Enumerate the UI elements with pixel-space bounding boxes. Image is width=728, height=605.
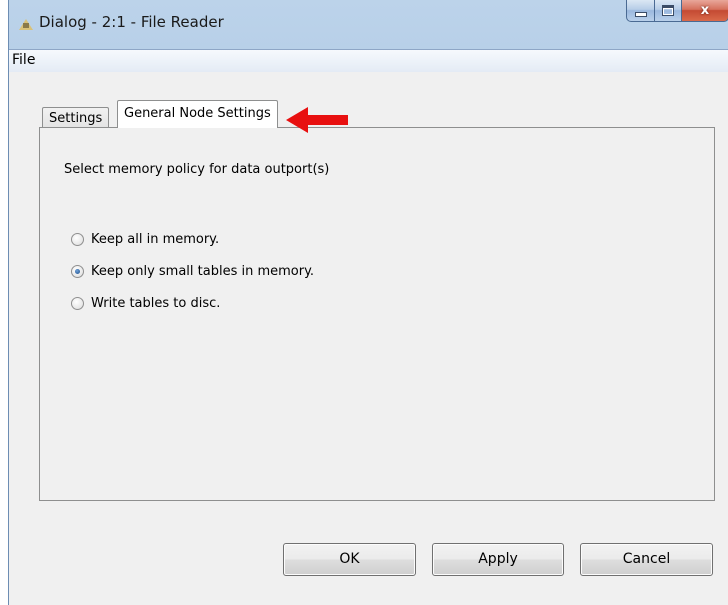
radio-keep-small-tables[interactable] bbox=[71, 265, 84, 278]
arrow-shape bbox=[286, 107, 348, 133]
option-keep-small-tables[interactable]: Keep only small tables in memory. bbox=[71, 264, 314, 279]
window-title: Dialog - 2:1 - File Reader bbox=[39, 13, 224, 31]
dialog-client-area: Settings General Node Settings Select me… bbox=[9, 72, 728, 605]
cancel-button[interactable]: Cancel bbox=[580, 543, 713, 576]
radio-write-tables-to-disc[interactable] bbox=[71, 297, 84, 310]
menu-bar: File bbox=[9, 49, 728, 73]
close-icon: x bbox=[700, 3, 710, 18]
tab-general-node-settings[interactable]: General Node Settings bbox=[117, 100, 278, 128]
knime-app-icon bbox=[19, 19, 33, 30]
label-keep-small-tables: Keep only small tables in memory. bbox=[91, 264, 315, 279]
tab-panel: Select memory policy for data outport(s)… bbox=[39, 127, 715, 501]
dialog-window: Dialog - 2:1 - File Reader x File Settin… bbox=[8, 0, 728, 605]
close-button[interactable]: x bbox=[682, 0, 728, 22]
label-keep-all-in-memory: Keep all in memory. bbox=[91, 232, 220, 247]
minimize-button[interactable] bbox=[626, 0, 655, 22]
option-write-tables-to-disc[interactable]: Write tables to disc. bbox=[71, 296, 220, 311]
radio-keep-all-in-memory[interactable] bbox=[71, 233, 84, 246]
left-arrow-icon bbox=[286, 107, 348, 133]
label-write-tables-to-disc: Write tables to disc. bbox=[91, 296, 221, 311]
minimize-icon bbox=[634, 12, 647, 17]
menu-file[interactable]: File bbox=[12, 52, 35, 68]
maximize-button[interactable] bbox=[655, 0, 682, 22]
maximize-icon bbox=[662, 5, 674, 16]
option-keep-all-in-memory[interactable]: Keep all in memory. bbox=[71, 232, 219, 247]
caption-buttons: x bbox=[626, 0, 728, 22]
apply-button[interactable]: Apply bbox=[432, 543, 564, 576]
memory-policy-heading: Select memory policy for data outport(s) bbox=[64, 162, 330, 177]
ok-button[interactable]: OK bbox=[283, 543, 416, 576]
tab-settings[interactable]: Settings bbox=[42, 107, 110, 128]
title-bar[interactable]: Dialog - 2:1 - File Reader x bbox=[9, 0, 728, 48]
